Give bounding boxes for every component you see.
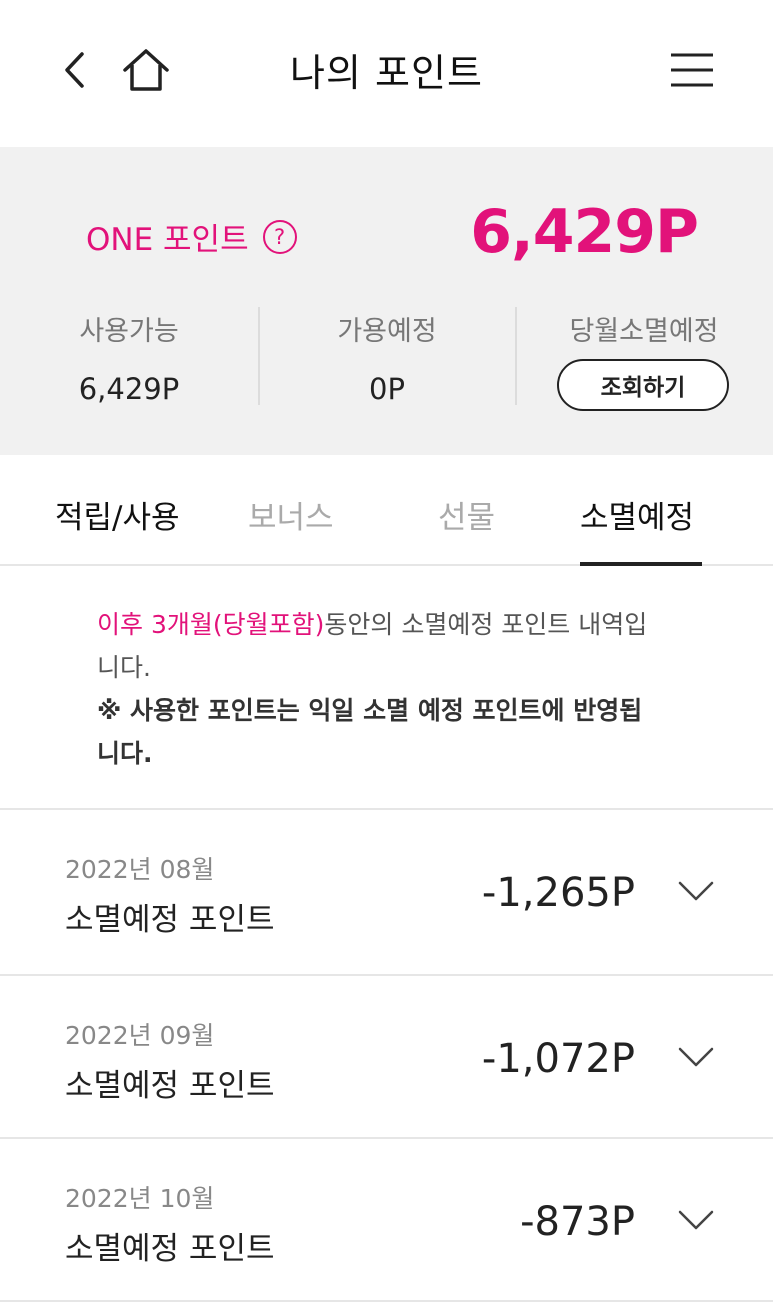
- app-header: 나의 포인트: [0, 0, 773, 146]
- points-summary: ONE 포인트 ? 6,429P 사용가능 6,429P 가용예정 0P 당월소…: [0, 147, 773, 455]
- expiring-label: 당월소멸예정: [569, 316, 719, 347]
- total-points: 6,429P: [470, 197, 699, 267]
- page-title: 나의 포인트: [290, 51, 483, 95]
- pending-value: 0P: [369, 372, 405, 406]
- pending-label: 가용예정: [337, 316, 437, 347]
- list-item[interactable]: 2022년 09월 소멸예정 포인트 -1,072P: [0, 976, 773, 1140]
- available-value: 6,429P: [78, 372, 180, 406]
- chevron-down-icon[interactable]: [678, 1209, 714, 1231]
- tab-gift[interactable]: 선물: [438, 492, 495, 537]
- one-point-label: ONE 포인트 ?: [86, 214, 297, 259]
- available-label: 사용가능: [79, 316, 179, 347]
- row-label: 소멸예정 포인트: [65, 1231, 275, 1267]
- tab-expiring[interactable]: 소멸예정: [580, 492, 694, 537]
- menu-button[interactable]: [662, 40, 722, 100]
- question-circle-icon[interactable]: ?: [262, 219, 297, 254]
- expiry-notice: 이후 3개월(당월포함)동안의 소멸예정 포인트 내역입니다. ※ 사용한 포인…: [97, 603, 657, 775]
- row-amount: -1,072P: [481, 1036, 635, 1082]
- notice-bold: ※ 사용한 포인트는 익일 소멸 예정 포인트에 반영됩니다.: [97, 696, 643, 768]
- row-amount: -1,265P: [481, 870, 635, 916]
- stat-available: 사용가능 6,429P: [0, 309, 258, 406]
- stat-expiring: 당월소멸예정: [515, 309, 773, 348]
- list-item[interactable]: 2022년 10월 소멸예정 포인트 -873P: [0, 1139, 773, 1303]
- tab-earn-use[interactable]: 적립/사용: [55, 492, 180, 537]
- stat-pending: 가용예정 0P: [258, 309, 516, 406]
- one-point-title: ONE 포인트: [86, 222, 249, 258]
- row-date: 2022년 08월: [65, 855, 215, 884]
- row-label: 소멸예정 포인트: [65, 902, 275, 938]
- row-date: 2022년 10월: [65, 1184, 215, 1213]
- row-amount: -873P: [520, 1199, 635, 1245]
- hamburger-menu-icon: [671, 53, 713, 87]
- active-tab-indicator: [580, 562, 702, 566]
- list-item[interactable]: 2022년 08월 소멸예정 포인트 -1,265P: [0, 810, 773, 974]
- row-divider: [0, 1300, 773, 1302]
- notice-highlight: 이후 3개월(당월포함): [97, 610, 325, 639]
- row-date: 2022년 09월: [65, 1021, 215, 1050]
- row-label: 소멸예정 포인트: [65, 1068, 275, 1104]
- chevron-down-icon[interactable]: [678, 880, 714, 902]
- tab-bar: 적립/사용 보너스 선물 소멸예정: [0, 456, 773, 566]
- lookup-button[interactable]: 조회하기: [557, 359, 729, 411]
- tab-bonus[interactable]: 보너스: [248, 492, 334, 537]
- chevron-down-icon[interactable]: [678, 1046, 714, 1068]
